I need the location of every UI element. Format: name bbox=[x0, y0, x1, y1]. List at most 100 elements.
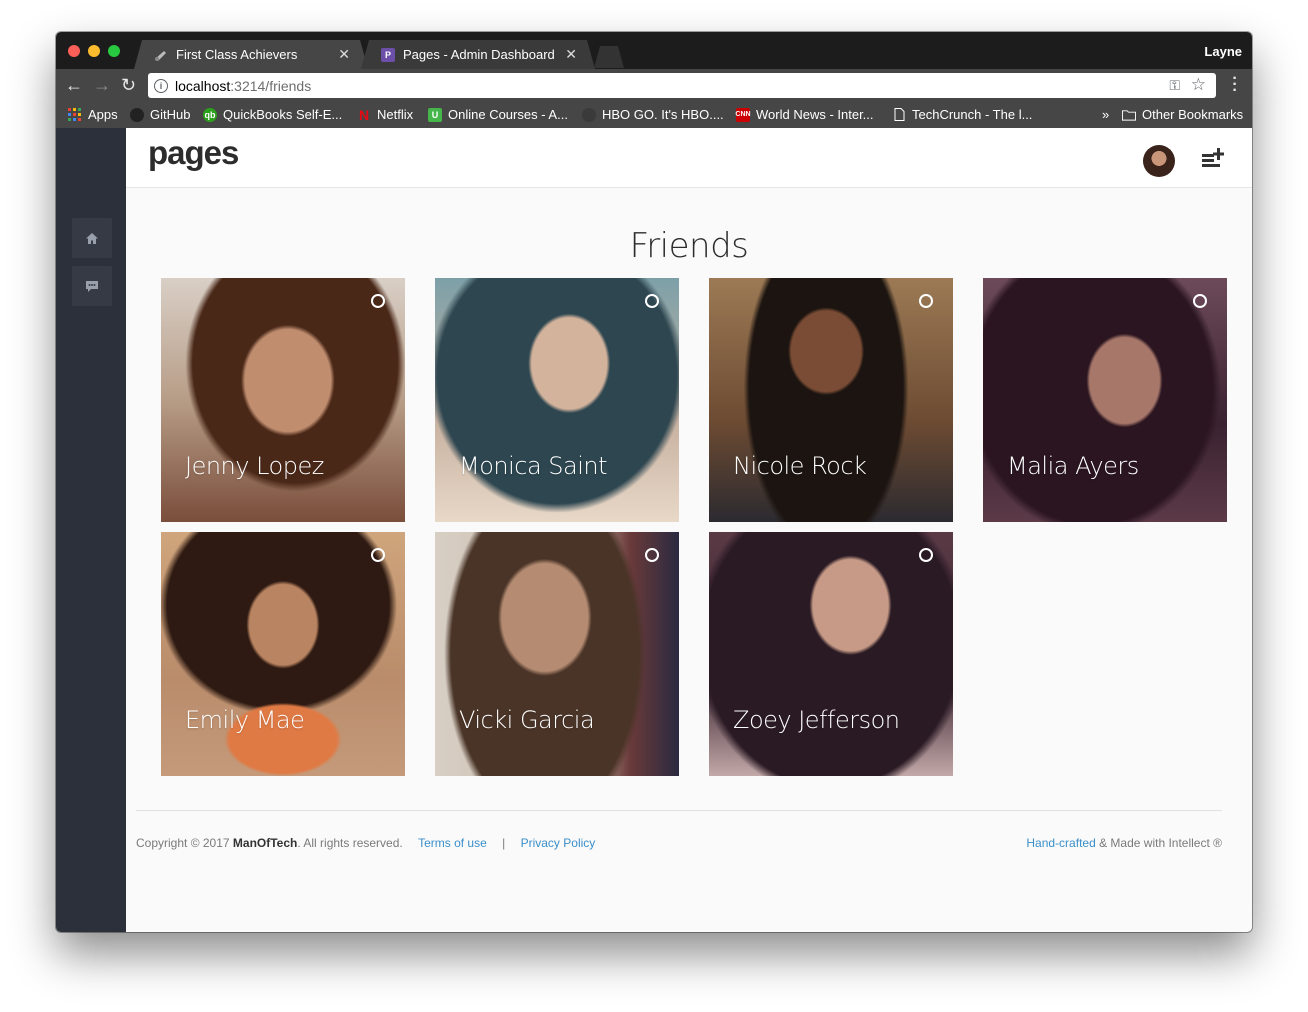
page-title: Friends bbox=[629, 226, 749, 266]
sidebar-item-home[interactable] bbox=[72, 218, 112, 258]
cnn-icon: CNN bbox=[735, 107, 751, 122]
friend-photo bbox=[435, 278, 679, 522]
made-with-text: & Made with Intellect ® bbox=[1099, 836, 1222, 850]
select-circle-icon[interactable] bbox=[371, 294, 385, 308]
tab-first-class-achievers[interactable]: First Class Achievers ✕ bbox=[134, 40, 368, 69]
netflix-icon: N bbox=[358, 106, 370, 123]
bookmark-label: HBO GO. It's HBO.... bbox=[602, 107, 724, 122]
privacy-link[interactable]: Privacy Policy bbox=[521, 836, 596, 850]
info-icon[interactable]: i bbox=[154, 78, 168, 93]
cannon-favicon-icon bbox=[154, 48, 168, 62]
bookmark-label: Netflix bbox=[377, 107, 414, 122]
friend-card[interactable]: Vicki Garcia bbox=[435, 532, 679, 776]
friend-name: Malia Ayers bbox=[1007, 452, 1139, 480]
select-circle-icon[interactable] bbox=[645, 294, 659, 308]
profile-name[interactable]: Layne bbox=[1204, 44, 1242, 59]
friend-card[interactable]: Monica Saint bbox=[435, 278, 679, 522]
sidebar-item-messages[interactable] bbox=[72, 266, 112, 306]
tab-close-icon[interactable]: ✕ bbox=[338, 46, 350, 63]
maximize-window-button[interactable] bbox=[108, 45, 120, 57]
tab-title: Pages - Admin Dashboard UI K bbox=[403, 47, 555, 62]
friend-card[interactable]: Zoey Jefferson bbox=[709, 532, 953, 776]
folder-icon bbox=[1122, 108, 1136, 122]
address-bar[interactable]: i localhost:3214/friends ⚿ ☆ bbox=[148, 73, 1216, 98]
hbo-icon bbox=[582, 107, 596, 122]
footer: Copyright © 2017 ManOfTech. All rights r… bbox=[136, 836, 1222, 850]
handcrafted-link[interactable]: Hand-crafted bbox=[1026, 836, 1095, 850]
tab-close-icon[interactable]: ✕ bbox=[565, 46, 577, 63]
udemy-icon: U bbox=[428, 107, 442, 122]
more-menu-icon[interactable]: · · · bbox=[1232, 71, 1238, 99]
bookmark-world-news[interactable]: CNN World News - Inter... bbox=[735, 107, 874, 122]
friend-name: Nicole Rock bbox=[733, 452, 867, 480]
other-bookmarks[interactable]: Other Bookmarks bbox=[1122, 107, 1243, 122]
terms-link[interactable]: Terms of use bbox=[418, 836, 487, 850]
friend-photo bbox=[161, 278, 405, 522]
friend-card[interactable]: Malia Ayers bbox=[983, 278, 1227, 522]
tab-title: First Class Achievers bbox=[176, 47, 298, 62]
friend-photo bbox=[983, 278, 1227, 522]
minimize-window-button[interactable] bbox=[88, 45, 100, 57]
footer-separator: | bbox=[502, 836, 506, 850]
friend-name: Emily Mae bbox=[185, 706, 305, 734]
github-icon bbox=[130, 107, 144, 122]
quickbooks-icon: qb bbox=[203, 107, 217, 122]
chat-icon bbox=[86, 280, 98, 292]
app-header: pages bbox=[126, 128, 1252, 188]
bookmark-label: TechCrunch - The l... bbox=[912, 107, 1033, 122]
friend-photo bbox=[161, 532, 405, 776]
friend-card[interactable]: Jenny Lopez bbox=[161, 278, 405, 522]
select-circle-icon[interactable] bbox=[371, 548, 385, 562]
pages-favicon-icon: P bbox=[381, 48, 395, 62]
friend-photo bbox=[709, 278, 953, 522]
friend-name: Zoey Jefferson bbox=[733, 706, 900, 734]
tab-pages-admin[interactable]: P Pages - Admin Dashboard UI K ✕ bbox=[361, 40, 595, 69]
footer-divider bbox=[136, 810, 1222, 811]
sidebar bbox=[56, 128, 126, 932]
url-host: localhost bbox=[175, 77, 231, 94]
bookmark-star-icon[interactable]: ☆ bbox=[1191, 75, 1206, 95]
user-avatar[interactable] bbox=[1143, 145, 1175, 177]
app-root: pages Friends Jenny Lopez Monica Saint N… bbox=[56, 128, 1252, 932]
bookmarks-overflow-button[interactable]: » bbox=[1102, 107, 1109, 122]
bookmark-label: World News - Inter... bbox=[756, 107, 874, 122]
reload-icon[interactable]: ↻ bbox=[121, 74, 136, 96]
bookmark-online-courses[interactable]: U Online Courses - A... bbox=[428, 107, 568, 122]
friend-photo bbox=[709, 532, 953, 776]
bookmark-github[interactable]: GitHub bbox=[130, 107, 190, 122]
friend-card[interactable]: Emily Mae bbox=[161, 532, 405, 776]
bookmark-label: Other Bookmarks bbox=[1142, 107, 1244, 122]
bookmark-hbo[interactable]: HBO GO. It's HBO.... bbox=[582, 107, 724, 122]
select-circle-icon[interactable] bbox=[1193, 294, 1207, 308]
new-tab-button[interactable] bbox=[594, 46, 624, 68]
bookmark-label: Apps bbox=[88, 107, 118, 122]
select-circle-icon[interactable] bbox=[919, 294, 933, 308]
select-circle-icon[interactable] bbox=[645, 548, 659, 562]
close-window-button[interactable] bbox=[68, 45, 80, 57]
url-path: :3214/friends bbox=[230, 77, 312, 94]
forward-arrow-icon[interactable]: → bbox=[93, 74, 111, 96]
home-icon bbox=[86, 232, 98, 244]
select-circle-icon[interactable] bbox=[919, 548, 933, 562]
browser-window: First Class Achievers ✕ P Pages - Admin … bbox=[56, 32, 1252, 932]
bookmark-techcrunch[interactable]: TechCrunch - The l... bbox=[892, 107, 1032, 122]
page-icon bbox=[892, 108, 906, 122]
key-icon[interactable]: ⚿ bbox=[1169, 77, 1180, 94]
friend-card[interactable]: Nicole Rock bbox=[709, 278, 953, 522]
add-list-icon[interactable] bbox=[1202, 148, 1224, 168]
pages-logo[interactable]: pages bbox=[148, 134, 239, 172]
friend-name: Monica Saint bbox=[459, 452, 608, 480]
apps-grid-icon bbox=[68, 107, 82, 122]
back-arrow-icon[interactable]: ← bbox=[65, 74, 83, 96]
friend-name: Jenny Lopez bbox=[185, 452, 324, 480]
bookmark-quickbooks[interactable]: qb QuickBooks Self-E... bbox=[203, 107, 342, 122]
bookmarks-bar: Apps GitHub qb QuickBooks Self-E... N Ne… bbox=[56, 101, 1252, 128]
main-content: Friends Jenny Lopez Monica Saint Nicole … bbox=[126, 188, 1252, 932]
bookmark-label: GitHub bbox=[150, 107, 191, 122]
copyright-text: Copyright © 2017 bbox=[136, 836, 230, 850]
bookmark-netflix[interactable]: N Netflix bbox=[357, 106, 414, 123]
brand-name: ManOfTech bbox=[232, 836, 298, 850]
friend-name: Vicki Garcia bbox=[459, 706, 595, 734]
bookmark-label: Online Courses - A... bbox=[448, 107, 568, 122]
bookmark-apps[interactable]: Apps bbox=[68, 107, 118, 122]
